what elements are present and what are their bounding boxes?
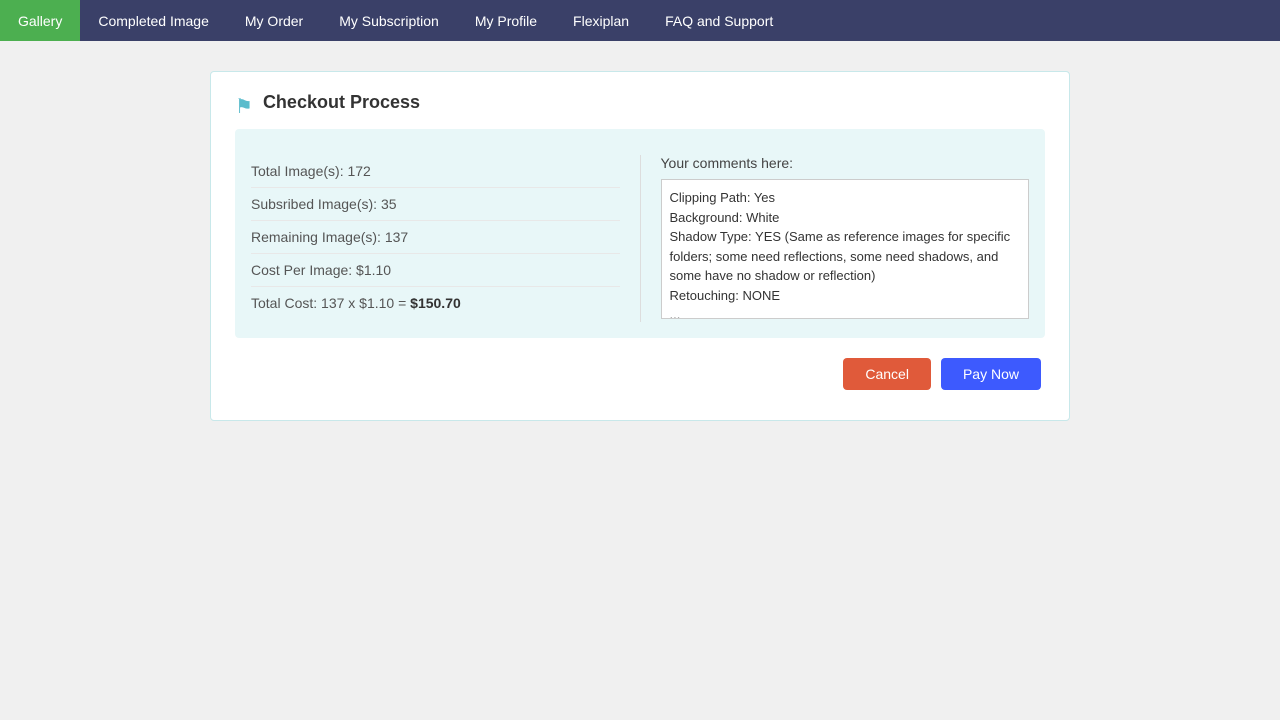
comments-textarea[interactable]: Clipping Path: Yes Background: White Sha… — [661, 179, 1030, 319]
action-row: Cancel Pay Now — [235, 358, 1045, 390]
nav-label-faq-support: FAQ and Support — [665, 13, 773, 29]
nav-item-my-order[interactable]: My Order — [227, 0, 321, 41]
remaining-images-label: Remaining Image(s): 137 — [251, 229, 408, 245]
nav-item-flexiplan[interactable]: Flexiplan — [555, 0, 647, 41]
card-body: Total Image(s): 172 Subsribed Image(s): … — [251, 155, 1029, 322]
card-header: ⚑ Checkout Process — [235, 92, 1045, 119]
nav-label-flexiplan: Flexiplan — [573, 13, 629, 29]
total-images-label: Total Image(s): 172 — [251, 163, 371, 179]
nav-label-completed-image: Completed Image — [98, 13, 209, 29]
nav-item-gallery[interactable]: Gallery — [0, 0, 80, 41]
right-panel: Your comments here: Clipping Path: Yes B… — [661, 155, 1030, 322]
nav-label-my-profile: My Profile — [475, 13, 537, 29]
remaining-images-row: Remaining Image(s): 137 — [251, 221, 620, 254]
nav-item-my-profile[interactable]: My Profile — [457, 0, 555, 41]
checkout-card: ⚑ Checkout Process Total Image(s): 172 S… — [210, 71, 1070, 421]
nav-item-faq-support[interactable]: FAQ and Support — [647, 0, 791, 41]
subscribed-images-row: Subsribed Image(s): 35 — [251, 188, 620, 221]
cost-per-image-row: Cost Per Image: $1.10 — [251, 254, 620, 287]
cost-per-image-label: Cost Per Image: $1.10 — [251, 262, 391, 278]
checkout-title: Checkout Process — [263, 92, 420, 113]
card-inner: Total Image(s): 172 Subsribed Image(s): … — [235, 129, 1045, 338]
navbar: Gallery Completed Image My Order My Subs… — [0, 0, 1280, 41]
total-cost-row: Total Cost: 137 x $1.10 = $150.70 — [251, 287, 620, 319]
left-panel: Total Image(s): 172 Subsribed Image(s): … — [251, 155, 641, 322]
nav-label-my-subscription: My Subscription — [339, 13, 439, 29]
total-cost-bold: $150.70 — [410, 295, 461, 311]
comments-label: Your comments here: — [661, 155, 1030, 171]
total-images-row: Total Image(s): 172 — [251, 155, 620, 188]
nav-item-my-subscription[interactable]: My Subscription — [321, 0, 457, 41]
nav-label-gallery: Gallery — [18, 13, 62, 29]
pay-now-button[interactable]: Pay Now — [941, 358, 1041, 390]
subscribed-images-label: Subsribed Image(s): 35 — [251, 196, 397, 212]
nav-item-completed-image[interactable]: Completed Image — [80, 0, 227, 41]
main-content: ⚑ Checkout Process Total Image(s): 172 S… — [0, 41, 1280, 451]
nav-label-my-order: My Order — [245, 13, 303, 29]
cancel-button[interactable]: Cancel — [843, 358, 931, 390]
flag-icon: ⚑ — [235, 94, 253, 119]
total-cost-label: Total Cost: 137 x $1.10 = — [251, 295, 410, 311]
